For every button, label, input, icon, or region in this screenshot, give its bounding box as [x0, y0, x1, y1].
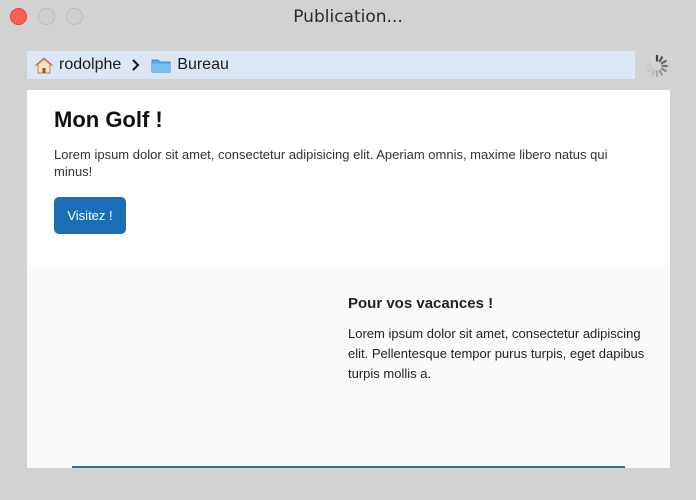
title-bar[interactable]: Publication...: [0, 0, 696, 36]
section-body: Lorem ipsum dolor sit amet, consectetur …: [348, 326, 645, 381]
web-preview[interactable]: Mon Golf ! Lorem ipsum dolor sit amet, c…: [27, 90, 670, 468]
visit-button[interactable]: Visitez !: [54, 197, 126, 234]
window-title: Publication...: [293, 7, 403, 27]
path-bar: rodolphe Bureau: [27, 51, 635, 79]
path-item-label: rodolphe: [59, 56, 122, 73]
path-item-home[interactable]: rodolphe: [35, 56, 121, 74]
page-heading: Mon Golf !: [54, 107, 163, 132]
path-item-bureau[interactable]: Bureau: [151, 56, 229, 74]
folder-icon: [151, 59, 171, 73]
publication-window: Publication... rodolphe Bureau Mon Golf …: [0, 0, 696, 500]
home-icon: [35, 56, 53, 73]
page-lead-text: Lorem ipsum dolor sit amet, consectetur …: [54, 147, 608, 179]
divider: [72, 466, 625, 468]
chevron-right-icon: [131, 59, 141, 71]
vacation-section: Pour vos vacances ! Lorem ipsum dolor si…: [27, 265, 670, 468]
path-item-label: Bureau: [177, 56, 229, 73]
spinner-icon: [645, 54, 669, 78]
section-title: Pour vos vacances !: [348, 295, 494, 312]
